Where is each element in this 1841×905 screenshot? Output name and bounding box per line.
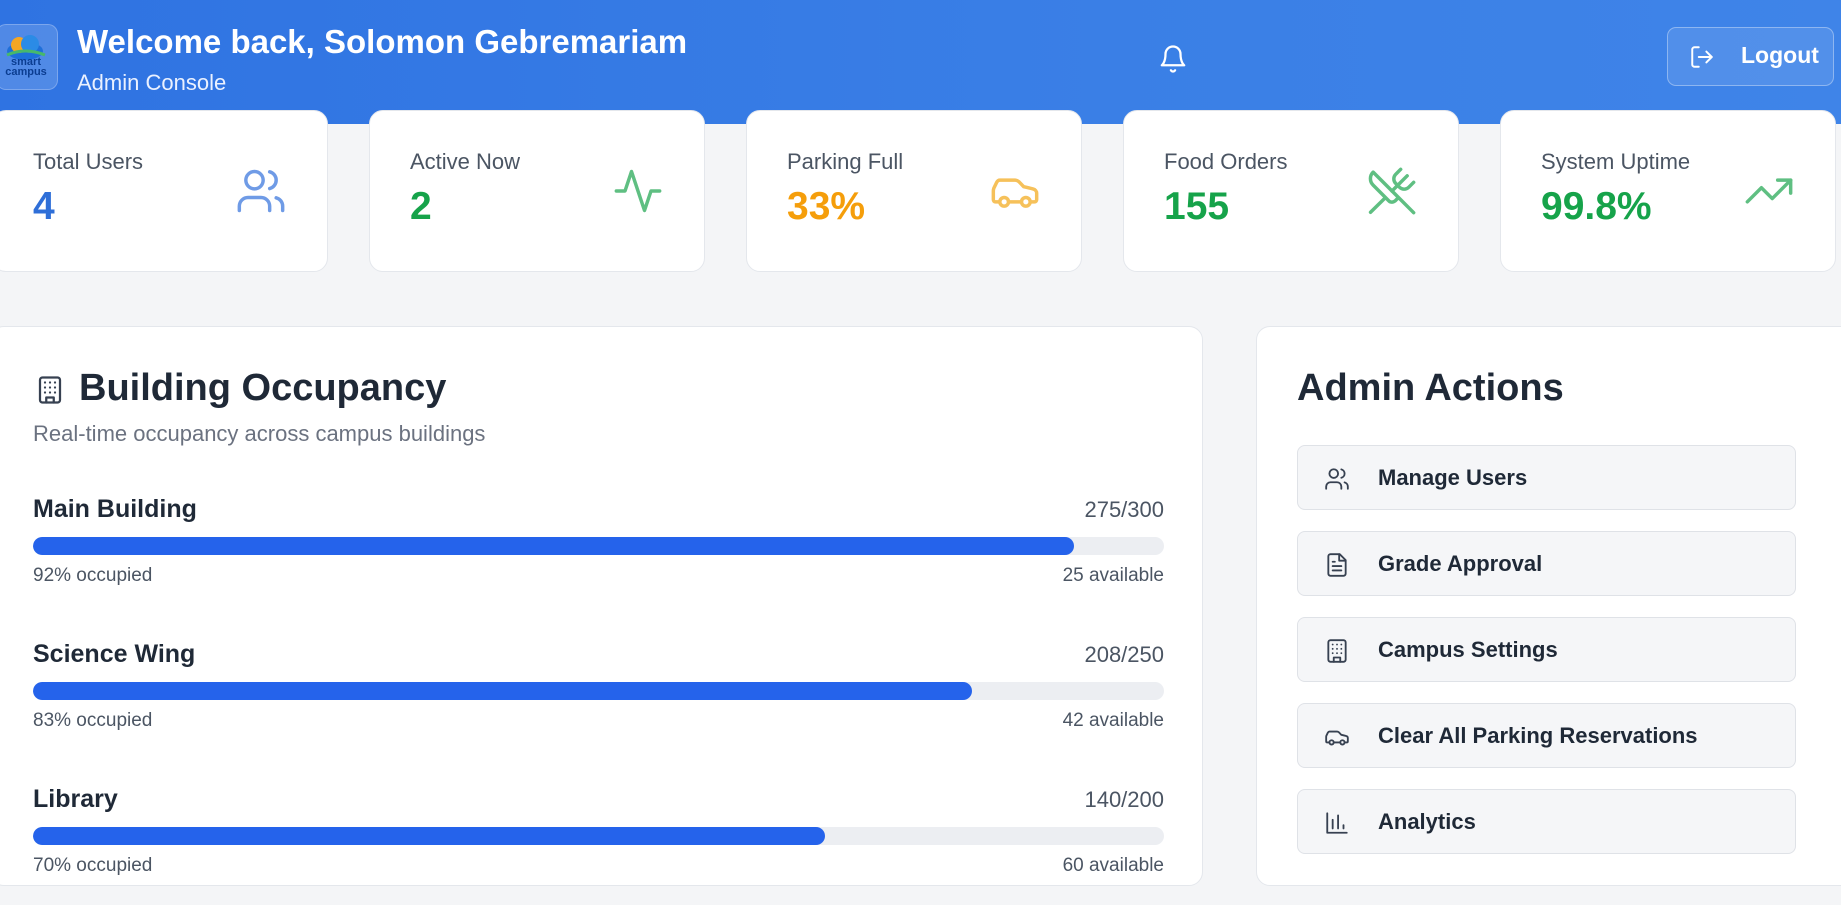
building-name: Science Wing — [33, 640, 196, 668]
building-count: 140/200 — [1084, 787, 1164, 812]
users-icon — [237, 169, 285, 213]
admin-actions-panel: Admin Actions Manage Users Grade Approva… — [1256, 326, 1841, 886]
available-label: 42 available — [1062, 710, 1164, 731]
console-subtitle: Admin Console — [77, 70, 227, 95]
stat-value: 4 — [33, 185, 55, 228]
stat-card-parking-full: Parking Full 33% — [746, 110, 1082, 272]
stat-card-system-uptime: System Uptime 99.8% — [1500, 110, 1836, 272]
logo-text: smart campus — [5, 56, 47, 78]
car-icon — [991, 178, 1039, 208]
occupancy-bar — [33, 537, 1164, 555]
action-label: Campus Settings — [1378, 637, 1558, 662]
building-name: Library — [33, 785, 118, 813]
welcome-heading: Welcome back, Solomon Gebremariam — [77, 23, 688, 60]
stat-label: Active Now — [410, 149, 521, 174]
occupancy-bar-fill — [33, 537, 1074, 555]
building-name: Main Building — [33, 495, 197, 523]
stat-value: 155 — [1164, 185, 1230, 228]
occupancy-bar — [33, 827, 1164, 845]
building-count: 208/250 — [1084, 642, 1164, 667]
stat-label: Total Users — [33, 149, 144, 174]
available-label: 60 available — [1062, 855, 1164, 876]
occupancy-title: Building Occupancy — [79, 367, 447, 409]
building-row-science: Science Wing 208/250 83% occupied 42 ava… — [33, 640, 1164, 760]
bar-chart-icon — [1326, 812, 1348, 834]
utensils-crossed-icon — [1368, 167, 1416, 215]
campus-settings-button[interactable]: Campus Settings — [1297, 617, 1796, 682]
action-label: Grade Approval — [1378, 551, 1543, 576]
clear-parking-reservations-button[interactable]: Clear All Parking Reservations — [1297, 703, 1796, 768]
top-header: smart campus Welcome back, Solomon Gebre… — [0, 0, 1841, 124]
occupancy-subtitle: Real-time occupancy across campus buildi… — [33, 421, 486, 446]
logout-button[interactable]: Logout — [1667, 27, 1834, 86]
stat-value: 2 — [410, 185, 432, 228]
stat-value: 33% — [787, 185, 866, 228]
logout-label: Logout — [1741, 42, 1819, 68]
logout-icon — [1691, 46, 1713, 68]
building-row-main: Main Building 275/300 92% occupied 25 av… — [33, 495, 1164, 615]
occupied-label: 70% occupied — [33, 855, 153, 876]
occupied-label: 92% occupied — [33, 565, 153, 586]
building-row-library: Library 140/200 70% occupied 60 availabl… — [33, 785, 1164, 905]
admin-actions-title: Admin Actions — [1297, 367, 1564, 409]
stat-value: 99.8% — [1541, 185, 1652, 228]
occupancy-bar-fill — [33, 827, 825, 845]
action-label: Manage Users — [1378, 465, 1528, 490]
building-occupancy-panel: Building Occupancy Real-time occupancy a… — [0, 326, 1203, 886]
occupancy-bar — [33, 682, 1164, 700]
analytics-button[interactable]: Analytics — [1297, 789, 1796, 854]
stat-card-food-orders: Food Orders 155 — [1123, 110, 1459, 272]
occupied-label: 83% occupied — [33, 710, 153, 731]
available-label: 25 available — [1062, 565, 1164, 586]
bell-icon[interactable] — [1158, 44, 1188, 74]
manage-users-button[interactable]: Manage Users — [1297, 445, 1796, 510]
building-count: 275/300 — [1084, 497, 1164, 522]
document-icon — [1327, 553, 1347, 577]
smart-campus-logo[interactable]: smart campus — [0, 24, 58, 90]
stat-card-total-users: Total Users 4 — [0, 110, 328, 272]
stat-label: Parking Full — [787, 149, 904, 174]
building-icon — [38, 376, 62, 404]
stat-label: System Uptime — [1541, 149, 1691, 174]
car-icon — [1325, 730, 1349, 746]
stat-label: Food Orders — [1164, 149, 1288, 174]
action-label: Clear All Parking Reservations — [1378, 723, 1698, 748]
stat-card-active-now: Active Now 2 — [369, 110, 705, 272]
users-icon — [1325, 468, 1349, 490]
activity-icon — [614, 169, 662, 213]
occupancy-bar-fill — [33, 682, 972, 700]
trending-up-icon — [1745, 178, 1793, 204]
grade-approval-button[interactable]: Grade Approval — [1297, 531, 1796, 596]
action-label: Analytics — [1378, 809, 1476, 834]
building-icon — [1327, 639, 1347, 663]
